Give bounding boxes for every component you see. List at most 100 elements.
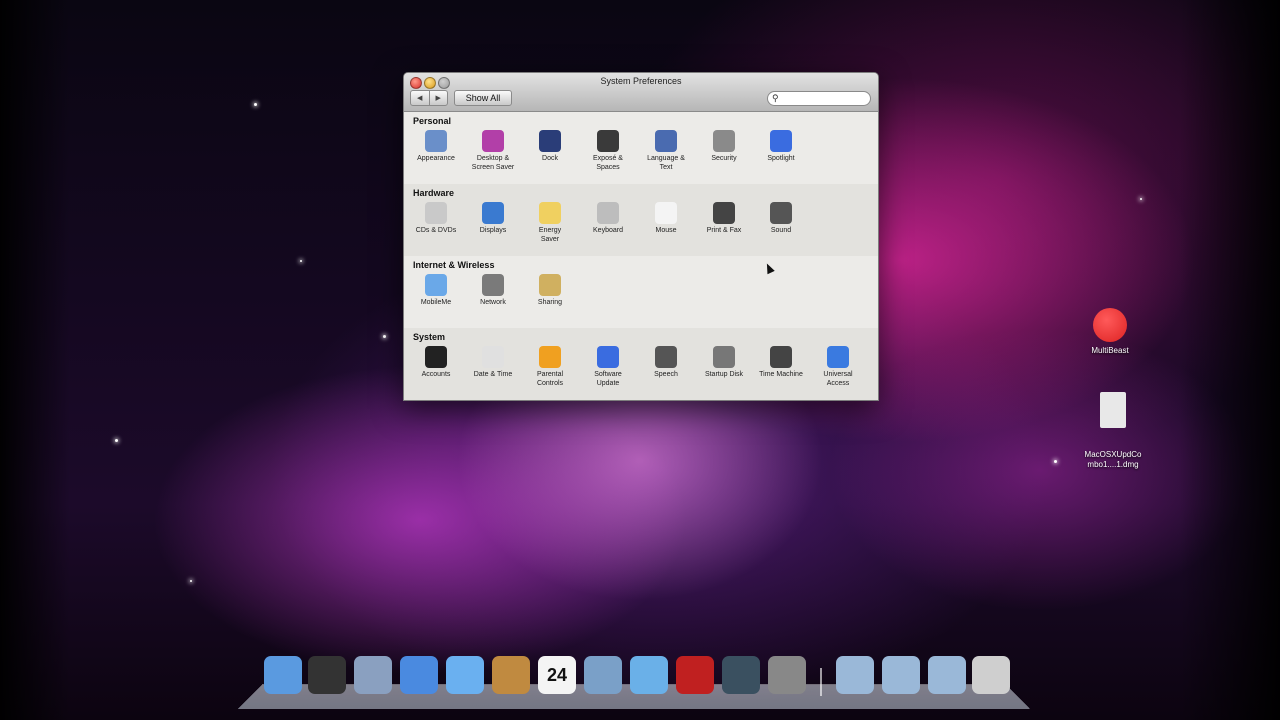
network-icon xyxy=(482,274,504,296)
pane-dock[interactable]: Dock xyxy=(522,130,578,163)
pane-energy[interactable]: Energy Saver xyxy=(522,202,578,244)
pane-label: Mouse xyxy=(655,227,677,234)
language-icon xyxy=(655,130,677,152)
pane-displays[interactable]: Displays xyxy=(465,202,521,235)
star xyxy=(190,580,192,582)
pane-microphone[interactable]: Speech xyxy=(638,346,694,379)
pane-label: Sharing xyxy=(537,299,563,306)
pane-update[interactable]: Software Update xyxy=(580,346,636,388)
section-personal: Personal Appearance Desktop & Screen Save… xyxy=(404,112,878,184)
title-bar[interactable]: System Preferences ◀ ▶ Show All ⚲ xyxy=(404,73,878,112)
desktop-item-dmg[interactable]: MacOSXUpdCo mbo1....1.dmg xyxy=(1073,374,1153,488)
pane-label: Desktop & Screen Saver xyxy=(471,155,515,171)
navigation-buttons: ◀ ▶ xyxy=(410,90,448,106)
search-field[interactable]: ⚲ xyxy=(767,91,871,106)
back-button[interactable]: ◀ xyxy=(411,91,429,105)
pane-label: Exposé & Spaces xyxy=(593,155,623,171)
safari-icon[interactable] xyxy=(400,656,438,694)
expose-icon xyxy=(597,130,619,152)
apple-icon xyxy=(1093,308,1127,342)
pane-time-machine[interactable]: Time Machine xyxy=(753,346,809,379)
pane-sharing[interactable]: Sharing xyxy=(522,274,578,307)
section-title: System xyxy=(413,332,446,342)
mobileme-icon xyxy=(425,274,447,296)
mail-icon[interactable] xyxy=(354,656,392,694)
pane-language[interactable]: Language & Text xyxy=(638,130,694,172)
applications-folder-icon[interactable] xyxy=(836,656,874,694)
pane-label: Dock xyxy=(542,155,558,162)
pane-label: Print & Fax xyxy=(706,227,742,234)
calendar-date: 24 xyxy=(546,665,568,685)
pane-sound[interactable]: Sound xyxy=(753,202,809,235)
mouse-icon xyxy=(655,202,677,224)
star xyxy=(1140,198,1142,200)
time-machine-dock-icon[interactable] xyxy=(722,656,760,694)
finder-icon[interactable] xyxy=(264,656,302,694)
pane-label: Network xyxy=(480,299,506,306)
itunes-icon[interactable] xyxy=(630,656,668,694)
trash-icon[interactable] xyxy=(972,656,1010,694)
pane-disk[interactable]: Startup Disk xyxy=(696,346,752,379)
desktop-icon xyxy=(482,130,504,152)
pane-label: Sound xyxy=(770,227,792,234)
section-hardware: Hardware CDs & DVDs Displays Energy Saver K… xyxy=(404,184,878,256)
section-internet-wireless: Internet & Wireless MobileMe Network Shari… xyxy=(404,256,878,328)
cd-icon xyxy=(425,202,447,224)
accounts-icon xyxy=(425,346,447,368)
preference-panes: Personal Appearance Desktop & Screen Save… xyxy=(404,112,878,400)
ichat-icon[interactable] xyxy=(446,656,484,694)
sharing-icon xyxy=(539,274,561,296)
system-preferences-window: System Preferences ◀ ▶ Show All ⚲ Person… xyxy=(403,72,879,401)
forward-button[interactable]: ▶ xyxy=(428,91,448,105)
star xyxy=(254,103,257,106)
desktop-item-label: MultiBeast xyxy=(1091,346,1129,355)
pane-clock[interactable]: Date & Time xyxy=(465,346,521,379)
star xyxy=(383,335,386,338)
dashboard-icon[interactable] xyxy=(308,656,346,694)
desktop-item-multibeast[interactable]: MultiBeast xyxy=(1070,308,1150,356)
photo-booth-icon[interactable] xyxy=(676,656,714,694)
keyboard-icon xyxy=(597,202,619,224)
pane-label: Speech xyxy=(654,371,678,378)
pane-label: MobileMe xyxy=(420,299,452,306)
pane-spotlight[interactable]: Spotlight xyxy=(753,130,809,163)
iphoto-icon[interactable] xyxy=(584,656,622,694)
section-title: Hardware xyxy=(413,188,455,198)
pane-keyboard[interactable]: Keyboard xyxy=(580,202,636,235)
pane-appearance[interactable]: Appearance xyxy=(408,130,464,163)
security-icon xyxy=(713,130,735,152)
pane-label: Startup Disk xyxy=(704,371,744,378)
pane-security[interactable]: Security xyxy=(696,130,752,163)
pane-label: Accounts xyxy=(421,371,451,378)
pane-network[interactable]: Network xyxy=(465,274,521,307)
pane-desktop[interactable]: Desktop & Screen Saver xyxy=(465,130,521,172)
section-title: Personal xyxy=(413,116,452,126)
pane-accounts[interactable]: Accounts xyxy=(408,346,464,379)
clock-icon xyxy=(482,346,504,368)
parental-icon xyxy=(539,346,561,368)
pane-label: Displays xyxy=(479,227,507,234)
dock-icon xyxy=(539,130,561,152)
pane-universal-access[interactable]: Universal Access xyxy=(810,346,866,388)
window-title: System Preferences xyxy=(600,76,682,86)
microphone-icon xyxy=(655,346,677,368)
ical-icon[interactable]: 24 xyxy=(538,656,576,694)
pane-label: Software Update xyxy=(594,371,622,387)
system-preferences-icon[interactable] xyxy=(768,656,806,694)
dock-separator xyxy=(820,668,822,696)
energy-icon xyxy=(539,202,561,224)
pane-cd[interactable]: CDs & DVDs xyxy=(408,202,464,235)
pane-mobileme[interactable]: MobileMe xyxy=(408,274,464,307)
time-machine-icon xyxy=(770,346,792,368)
pane-expose[interactable]: Exposé & Spaces xyxy=(580,130,636,172)
downloads-folder-icon[interactable] xyxy=(928,656,966,694)
dmg-file-icon xyxy=(1100,392,1126,428)
pane-mouse[interactable]: Mouse xyxy=(638,202,694,235)
pane-label: Date & Time xyxy=(473,371,513,378)
pane-parental[interactable]: Parental Controls xyxy=(522,346,578,388)
pane-printer[interactable]: Print & Fax xyxy=(696,202,752,235)
address-book-icon[interactable] xyxy=(492,656,530,694)
documents-folder-icon[interactable] xyxy=(882,656,920,694)
pane-label: Parental Controls xyxy=(536,371,564,387)
show-all-button[interactable]: Show All xyxy=(454,90,512,106)
